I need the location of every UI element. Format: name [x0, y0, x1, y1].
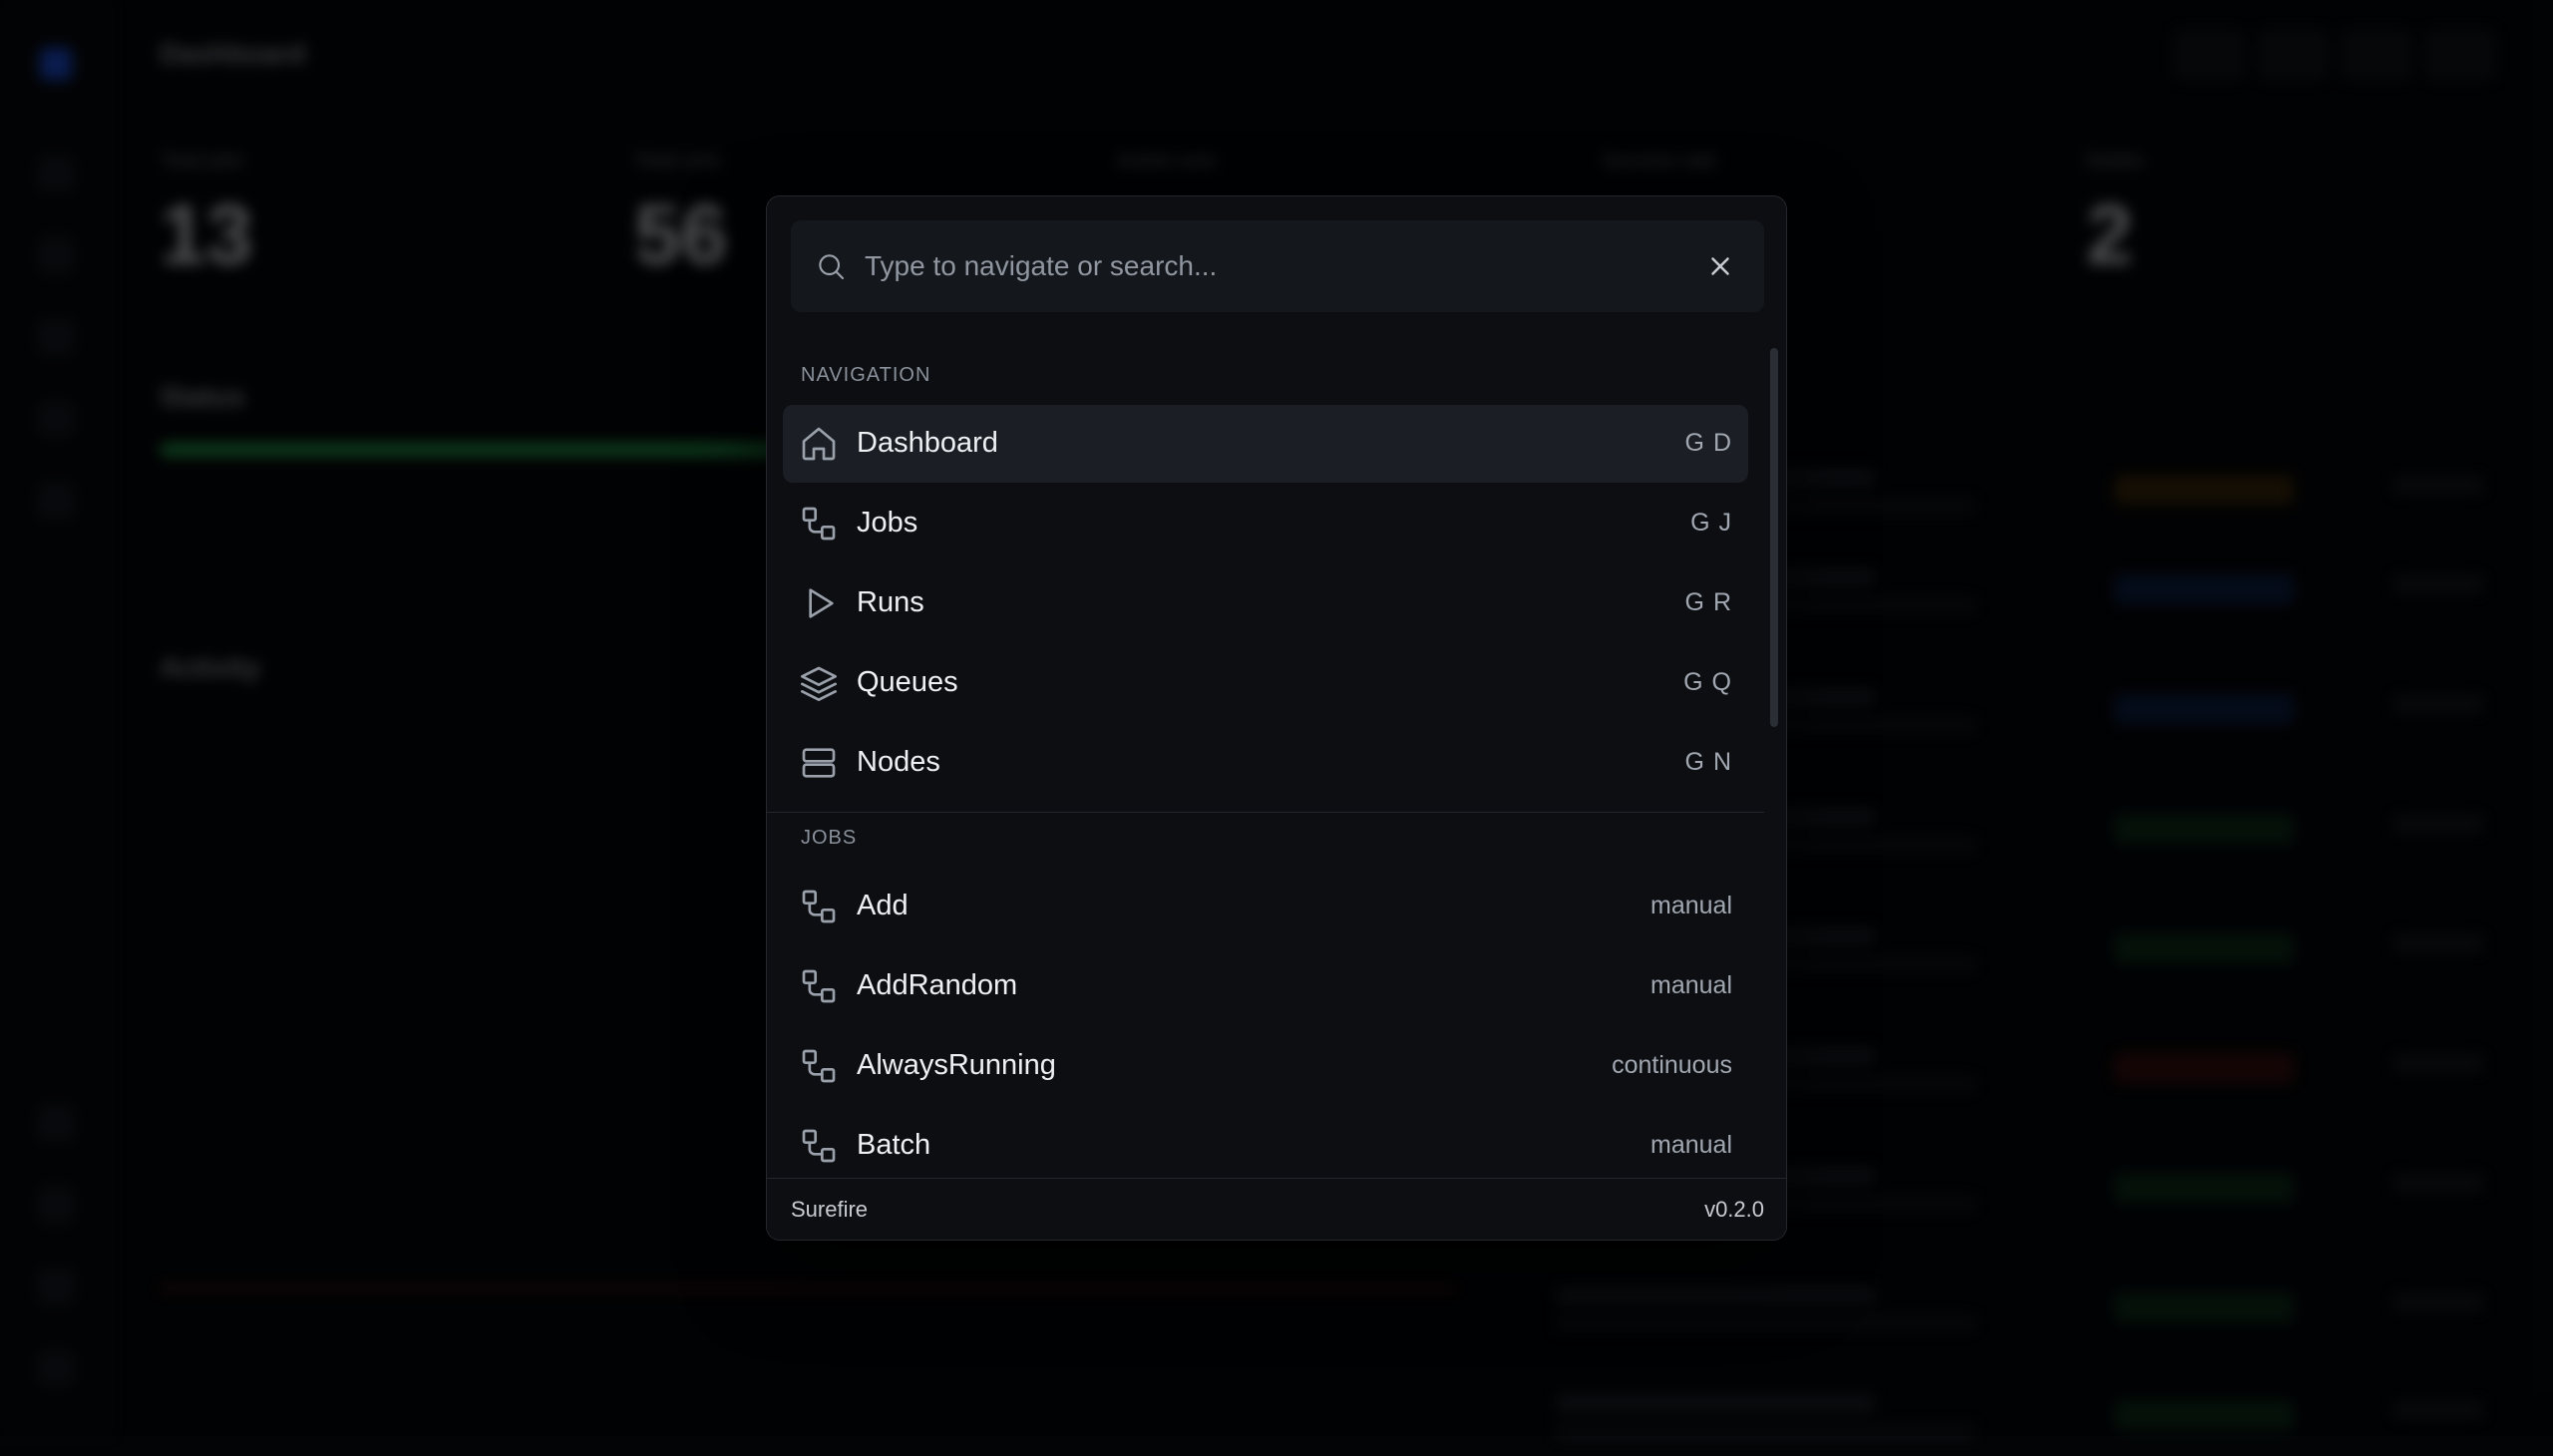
nav-item-label: Dashboard: [857, 427, 998, 459]
job-item-label: Batch: [857, 1129, 931, 1161]
job-trigger: continuous: [1612, 1051, 1732, 1079]
close-button[interactable]: [1700, 246, 1740, 286]
job-item-alwaysrunning[interactable]: AlwaysRunning continuous: [783, 1027, 1748, 1105]
server-icon: [802, 748, 836, 778]
close-icon: [1711, 257, 1729, 275]
nav-item-label: Runs: [857, 586, 924, 618]
nav-item-dashboard[interactable]: Dashboard G D: [783, 405, 1748, 483]
palette-footer: Surefire v0.2.0: [767, 1178, 1786, 1240]
job-item-label: Add: [857, 890, 909, 921]
search-input[interactable]: [863, 240, 1680, 292]
shortcut-hint: G N: [1684, 748, 1732, 776]
shortcut-hint: G R: [1684, 588, 1732, 616]
workflow-icon: [802, 1129, 836, 1163]
job-item-label: AddRandom: [857, 969, 1018, 1001]
nav-item-label: Nodes: [857, 746, 940, 778]
shortcut-hint: G D: [1684, 429, 1732, 457]
search-icon: [819, 254, 845, 280]
workflow-icon: [802, 507, 836, 541]
version-label: v0.2.0: [1704, 1197, 1764, 1222]
workflow-icon: [802, 1049, 836, 1083]
workflow-icon: [802, 969, 836, 1003]
section-label-jobs: JOBS: [801, 827, 858, 849]
job-trigger: manual: [1650, 971, 1732, 999]
job-trigger: manual: [1650, 892, 1732, 919]
results-scrollbar[interactable]: [1770, 348, 1778, 727]
nav-item-jobs[interactable]: Jobs G J: [783, 485, 1748, 562]
play-icon: [809, 588, 834, 618]
layers-icon: [801, 666, 837, 701]
home-icon: [802, 427, 836, 461]
nav-item-queues[interactable]: Queues G Q: [783, 644, 1748, 722]
job-item-batch[interactable]: Batch manual: [783, 1107, 1748, 1185]
job-trigger: manual: [1650, 1131, 1732, 1159]
nav-item-runs[interactable]: Runs G R: [783, 564, 1748, 642]
brand-name: Surefire: [791, 1197, 869, 1222]
shortcut-hint: G Q: [1683, 668, 1732, 696]
nav-item-label: Queues: [857, 666, 958, 698]
section-label-navigation: NAVIGATION: [801, 364, 931, 386]
job-item-addrandom[interactable]: AddRandom manual: [783, 947, 1748, 1025]
nav-item-label: Jobs: [857, 507, 918, 539]
section-divider: [767, 812, 1764, 813]
command-palette: NAVIGATION Dashboard G D Jobs G J Runs G…: [766, 195, 1787, 1241]
search-bar: [791, 220, 1764, 312]
nav-item-nodes[interactable]: Nodes G N: [783, 724, 1748, 802]
shortcut-hint: G J: [1690, 509, 1732, 537]
workflow-icon: [802, 890, 836, 923]
job-item-label: AlwaysRunning: [857, 1049, 1056, 1081]
job-item-add[interactable]: Add manual: [783, 868, 1748, 945]
